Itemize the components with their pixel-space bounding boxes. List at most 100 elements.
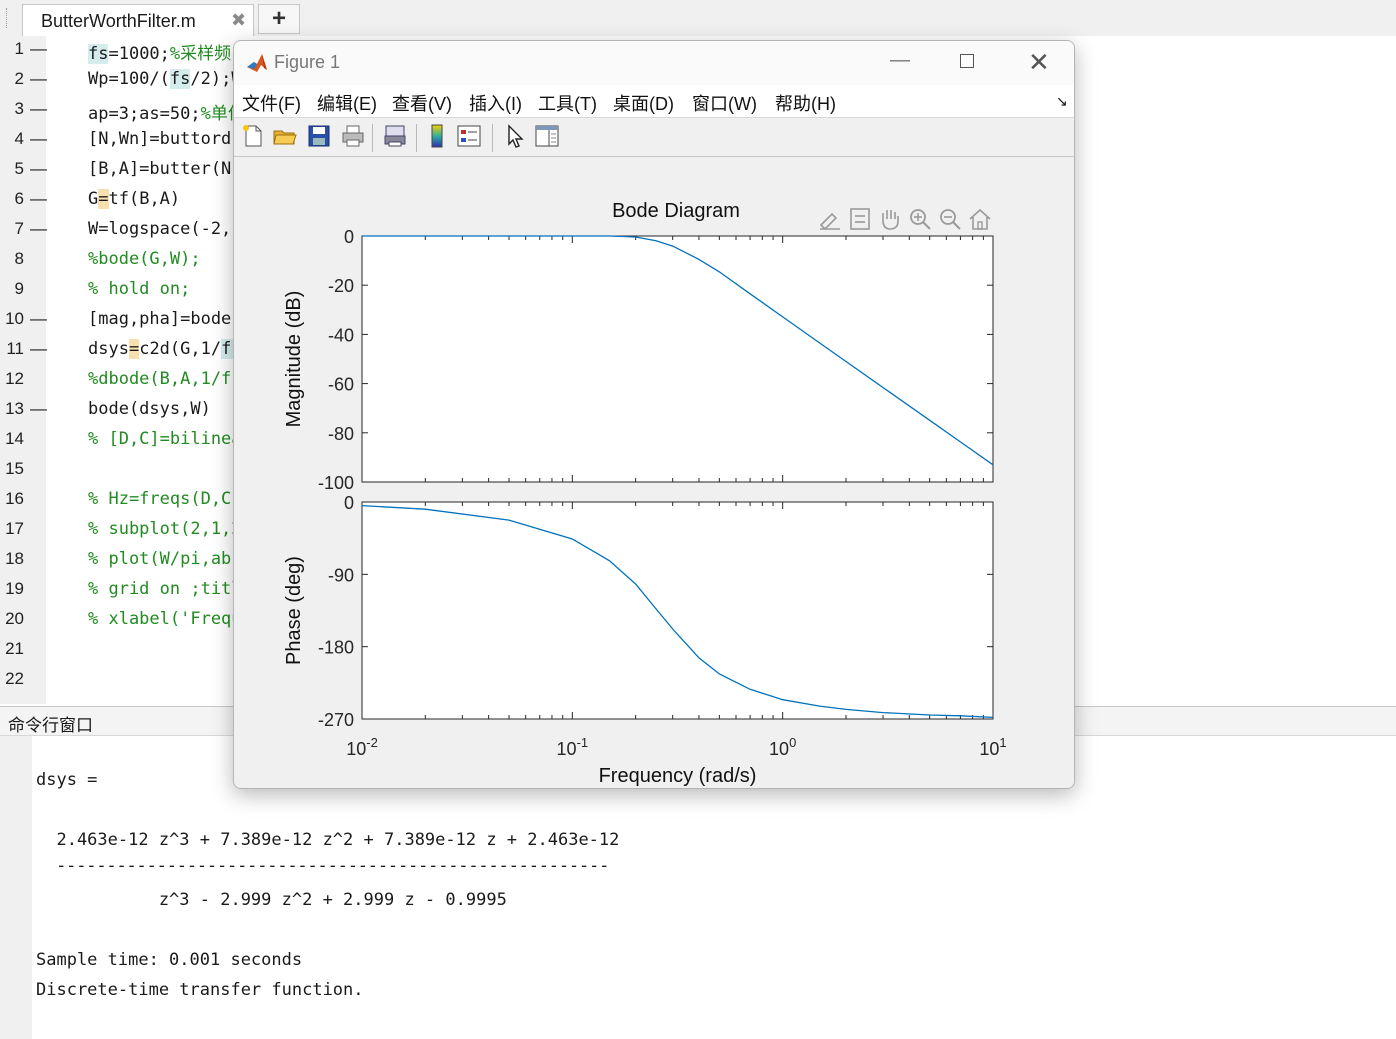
line-number-text: 11 xyxy=(6,339,24,358)
chart-title: Bode Diagram xyxy=(612,200,740,222)
y-tick-label: -80 xyxy=(328,424,354,444)
open-file-icon[interactable] xyxy=(272,123,298,149)
new-tab-button[interactable]: + xyxy=(258,4,300,34)
code-token: % xlabel('Frequ xyxy=(88,609,242,629)
breakpoint-marker[interactable]: — xyxy=(30,189,47,209)
line-number-text: 20 xyxy=(5,609,24,628)
code-line[interactable]: % [D,C]=bilinea xyxy=(88,429,242,449)
data-tips-icon[interactable] xyxy=(850,208,870,230)
code-line[interactable]: dsys=c2d(G,1/fs xyxy=(88,339,242,359)
edit-plot-icon[interactable] xyxy=(502,123,528,149)
output-line: ----------------------------------------… xyxy=(36,856,610,876)
figure-window[interactable]: Figure 1 — ✕ 文件(F) 编辑(E) 查看(V) 插入(I) 工具(… xyxy=(233,40,1075,789)
line-number-text: 13 xyxy=(5,399,24,418)
code-line[interactable]: % hold on; xyxy=(88,279,190,299)
x-tick-label: 101 xyxy=(979,735,1006,759)
axes-magnitude[interactable] xyxy=(361,235,994,483)
menu-help[interactable]: 帮助(H) xyxy=(775,90,836,116)
menu-window[interactable]: 窗口(W) xyxy=(692,90,757,116)
code-token: Wp=100/( xyxy=(88,69,170,89)
code-line[interactable]: % plot(W/pi,abs xyxy=(88,549,242,569)
y-tick-label: -60 xyxy=(328,375,354,395)
code-line[interactable]: ap=3;as=50;%单位 xyxy=(88,99,245,124)
code-line[interactable]: Wp=100/(fs/2);W xyxy=(88,69,242,89)
menu-tools[interactable]: 工具(T) xyxy=(538,90,597,116)
code-token: %采样频 xyxy=(169,44,232,64)
y-tick-label: -270 xyxy=(318,710,354,730)
line-number-text: 10 xyxy=(5,309,24,328)
breakpoint-marker[interactable]: — xyxy=(30,339,47,359)
line-number-text: 17 xyxy=(5,519,24,538)
code-line[interactable]: bode(dsys,W) xyxy=(88,399,211,419)
line-number-text: 5 xyxy=(14,159,24,178)
minimize-button[interactable]: — xyxy=(890,49,910,72)
print-preview-icon[interactable] xyxy=(382,123,408,149)
zoom-in-icon[interactable] xyxy=(910,209,931,230)
code-token: =1000; xyxy=(108,44,170,64)
code-token: [mag,pha]=bode( xyxy=(88,309,242,329)
line-number-text: 6 xyxy=(14,189,24,208)
close-button[interactable]: ✕ xyxy=(1028,47,1050,78)
code-token: tf(B,A) xyxy=(108,189,181,209)
figure-toolbar xyxy=(234,118,1074,157)
matlab-logo-icon xyxy=(247,54,267,72)
breakpoint-marker[interactable]: — xyxy=(30,159,47,179)
tab-label: ButterWorthFilter.m xyxy=(41,11,196,31)
menu-file[interactable]: 文件(F) xyxy=(242,90,301,116)
code-line[interactable]: [B,A]=butter(N, xyxy=(88,159,242,179)
home-icon[interactable] xyxy=(969,208,991,230)
code-line[interactable]: % xlabel('Frequ xyxy=(88,609,242,629)
y-axis-label-magnitude: Magnitude (dB) xyxy=(283,291,305,428)
dock-arrow-icon[interactable]: ↘ xyxy=(1056,93,1068,110)
code-line[interactable]: [N,Wn]=buttord( xyxy=(88,129,242,149)
zoom-out-icon[interactable] xyxy=(940,209,961,230)
x-tick-label: 10-1 xyxy=(557,735,589,759)
breakpoint-marker[interactable]: — xyxy=(30,309,47,329)
code-line[interactable]: % Hz=freqs(D,C, xyxy=(88,489,242,509)
breakpoint-marker[interactable]: — xyxy=(30,69,47,89)
figure-title: Figure 1 xyxy=(274,52,341,72)
close-tab-icon[interactable]: ✖ xyxy=(231,10,246,31)
figure-canvas[interactable]: Bode Diagram 0 -20 -40 -60 -80 -100 Magnitude … xyxy=(234,157,1074,789)
menu-edit[interactable]: 编辑(E) xyxy=(317,90,377,116)
maximize-button[interactable] xyxy=(960,54,974,68)
bode-plot[interactable]: Bode Diagram 0 -20 -40 -60 -80 -100 Magnitude … xyxy=(234,157,1074,789)
legend-icon[interactable] xyxy=(456,123,482,149)
code-line[interactable]: %dbode(B,A,1/fs xyxy=(88,369,242,389)
tab-grip[interactable] xyxy=(6,8,9,28)
figure-title-bar[interactable]: Figure 1 — ✕ xyxy=(234,41,1074,85)
code-line[interactable]: % grid on ;titl xyxy=(88,579,242,599)
line-number-text: 8 xyxy=(14,249,24,268)
axes-phase[interactable] xyxy=(361,501,994,720)
line-number-text: 18 xyxy=(5,549,24,568)
code-line[interactable]: [mag,pha]=bode( xyxy=(88,309,242,329)
breakpoint-marker[interactable]: — xyxy=(30,219,47,239)
menu-desktop[interactable]: 桌面(D) xyxy=(613,90,674,116)
output-line: z^3 - 2.999 z^2 + 2.999 z - 0.9995 xyxy=(36,890,507,910)
colorbar-icon[interactable] xyxy=(424,123,450,149)
pan-icon[interactable] xyxy=(882,210,899,230)
code-token: dsys xyxy=(88,339,129,359)
code-line[interactable]: G=tf(B,A) xyxy=(88,189,180,209)
save-icon[interactable] xyxy=(306,123,332,149)
menu-view[interactable]: 查看(V) xyxy=(392,90,452,116)
x-axis-label: Frequency (rad/s) xyxy=(599,765,757,787)
breakpoint-marker[interactable]: — xyxy=(30,99,47,119)
property-inspector-icon[interactable] xyxy=(534,123,560,149)
breakpoint-marker[interactable]: — xyxy=(30,399,47,419)
new-figure-icon[interactable] xyxy=(240,123,266,149)
breakpoint-marker[interactable]: — xyxy=(30,129,47,149)
print-icon[interactable] xyxy=(340,123,366,149)
code-line[interactable]: % subplot(2,1,2 xyxy=(88,519,242,539)
code-line[interactable]: W=logspace(-2,1 xyxy=(88,219,242,239)
code-line[interactable]: %bode(G,W); xyxy=(88,249,201,269)
menu-insert[interactable]: 插入(I) xyxy=(469,90,522,116)
code-token: %bode(G,W); xyxy=(88,249,201,269)
code-token: [N,Wn]=buttord( xyxy=(88,129,242,149)
line-number-text: 16 xyxy=(5,489,24,508)
breakpoint-marker[interactable]: — xyxy=(30,39,47,59)
tab-butterworth-filter[interactable]: ButterWorthFilter.m ✖ xyxy=(22,4,254,36)
code-line[interactable]: fs=1000;%采样频 xyxy=(88,39,231,64)
code-token: % [D,C]=bilinea xyxy=(88,429,242,449)
brush-icon[interactable] xyxy=(819,212,840,231)
